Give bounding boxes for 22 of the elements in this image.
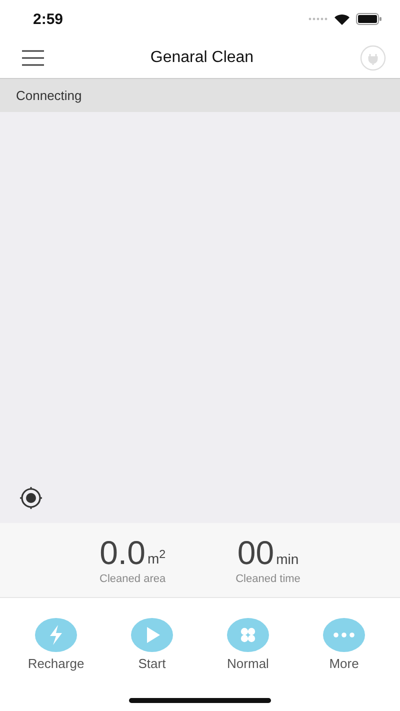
- page-title: Genaral Clean: [150, 49, 254, 67]
- signal-icon: [308, 17, 328, 21]
- action-button[interactable]: Start: [107, 618, 197, 674]
- menu-icon[interactable]: [22, 50, 44, 66]
- action-button[interactable]: More: [299, 618, 389, 674]
- action-button[interactable]: Recharge: [11, 618, 101, 674]
- stat-unit: min: [276, 550, 299, 566]
- dots-icon: [323, 618, 365, 652]
- play-icon: [131, 618, 173, 652]
- action-button[interactable]: Normal: [203, 618, 293, 674]
- stat-label: Cleaned time: [236, 572, 300, 584]
- petals-icon: [227, 618, 269, 652]
- stat-unit: m$^{2}$: [147, 548, 166, 566]
- status-time: 2:59: [33, 10, 64, 28]
- stat-value: 00: [237, 536, 274, 568]
- lightning-icon: [35, 618, 77, 652]
- locate-icon[interactable]: [18, 485, 44, 511]
- stat-value: 0.0: [100, 536, 146, 568]
- wifi-icon: [334, 13, 350, 25]
- connection-status: Connecting: [16, 88, 82, 103]
- battery-icon: [356, 13, 382, 25]
- stat-label: Cleaned area: [100, 572, 166, 584]
